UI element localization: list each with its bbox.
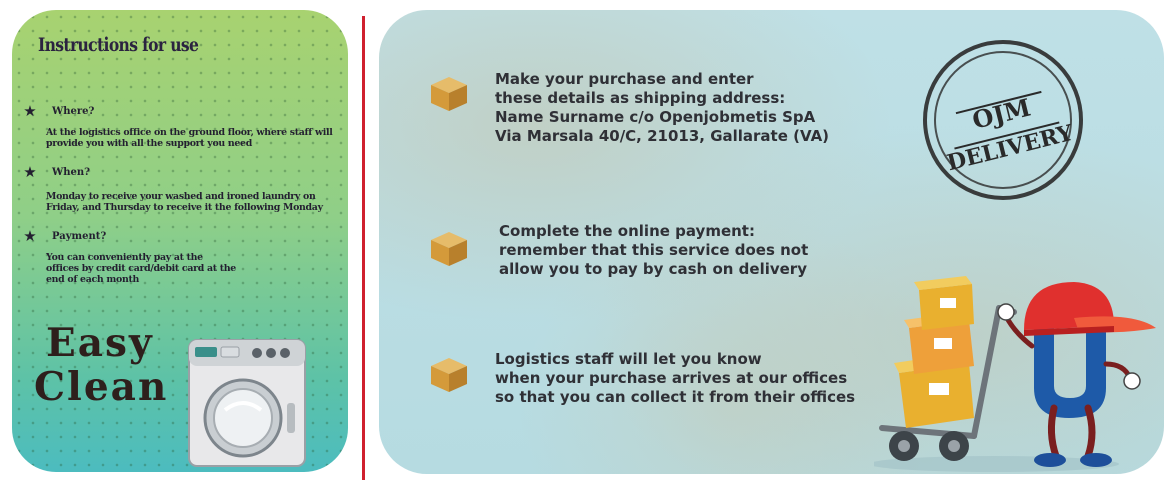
step-3-text: Logistics staff will let you know when y… — [495, 350, 856, 406]
question-label: Payment? — [52, 230, 107, 242]
question-label: When? — [52, 166, 90, 178]
stamp-icon: OJM DELIVERY — [923, 40, 1083, 200]
instructions-title: Instructions for use — [38, 34, 199, 56]
box-icon — [431, 77, 467, 111]
step-1-text: Make your purchase and enter these detai… — [495, 70, 830, 145]
question-label: Where? — [52, 105, 95, 117]
star-icon: ★ — [23, 164, 37, 181]
answer-where: At the logistics office on the ground fl… — [46, 127, 333, 149]
box-icon — [431, 358, 467, 392]
divider — [362, 16, 365, 480]
brand-clean: Clean — [34, 364, 169, 410]
question-payment: ★ Payment? — [20, 227, 106, 245]
question-when: ★ When? — [20, 163, 90, 181]
answer-payment: You can conveniently pay at the offices … — [46, 252, 236, 285]
stamp-line-1: OJM — [969, 93, 1033, 135]
instructions-card: Instructions for use ★ Where? At the log… — [12, 10, 348, 472]
answer-when: Monday to receive your washed and ironed… — [46, 191, 323, 213]
question-where: ★ Where? — [20, 102, 94, 120]
star-icon: ★ — [23, 103, 37, 120]
brand-easy: Easy — [46, 320, 154, 366]
box-icon — [431, 232, 467, 266]
step-2-text: Complete the online payment: remember th… — [499, 222, 809, 278]
courier-mascot-illustration — [874, 276, 1156, 472]
star-icon: ★ — [23, 228, 37, 245]
stamp-line-2: DELIVERY — [944, 120, 1076, 176]
delivery-card: Make your purchase and enter these detai… — [379, 10, 1164, 474]
washing-machine-icon — [188, 339, 306, 467]
